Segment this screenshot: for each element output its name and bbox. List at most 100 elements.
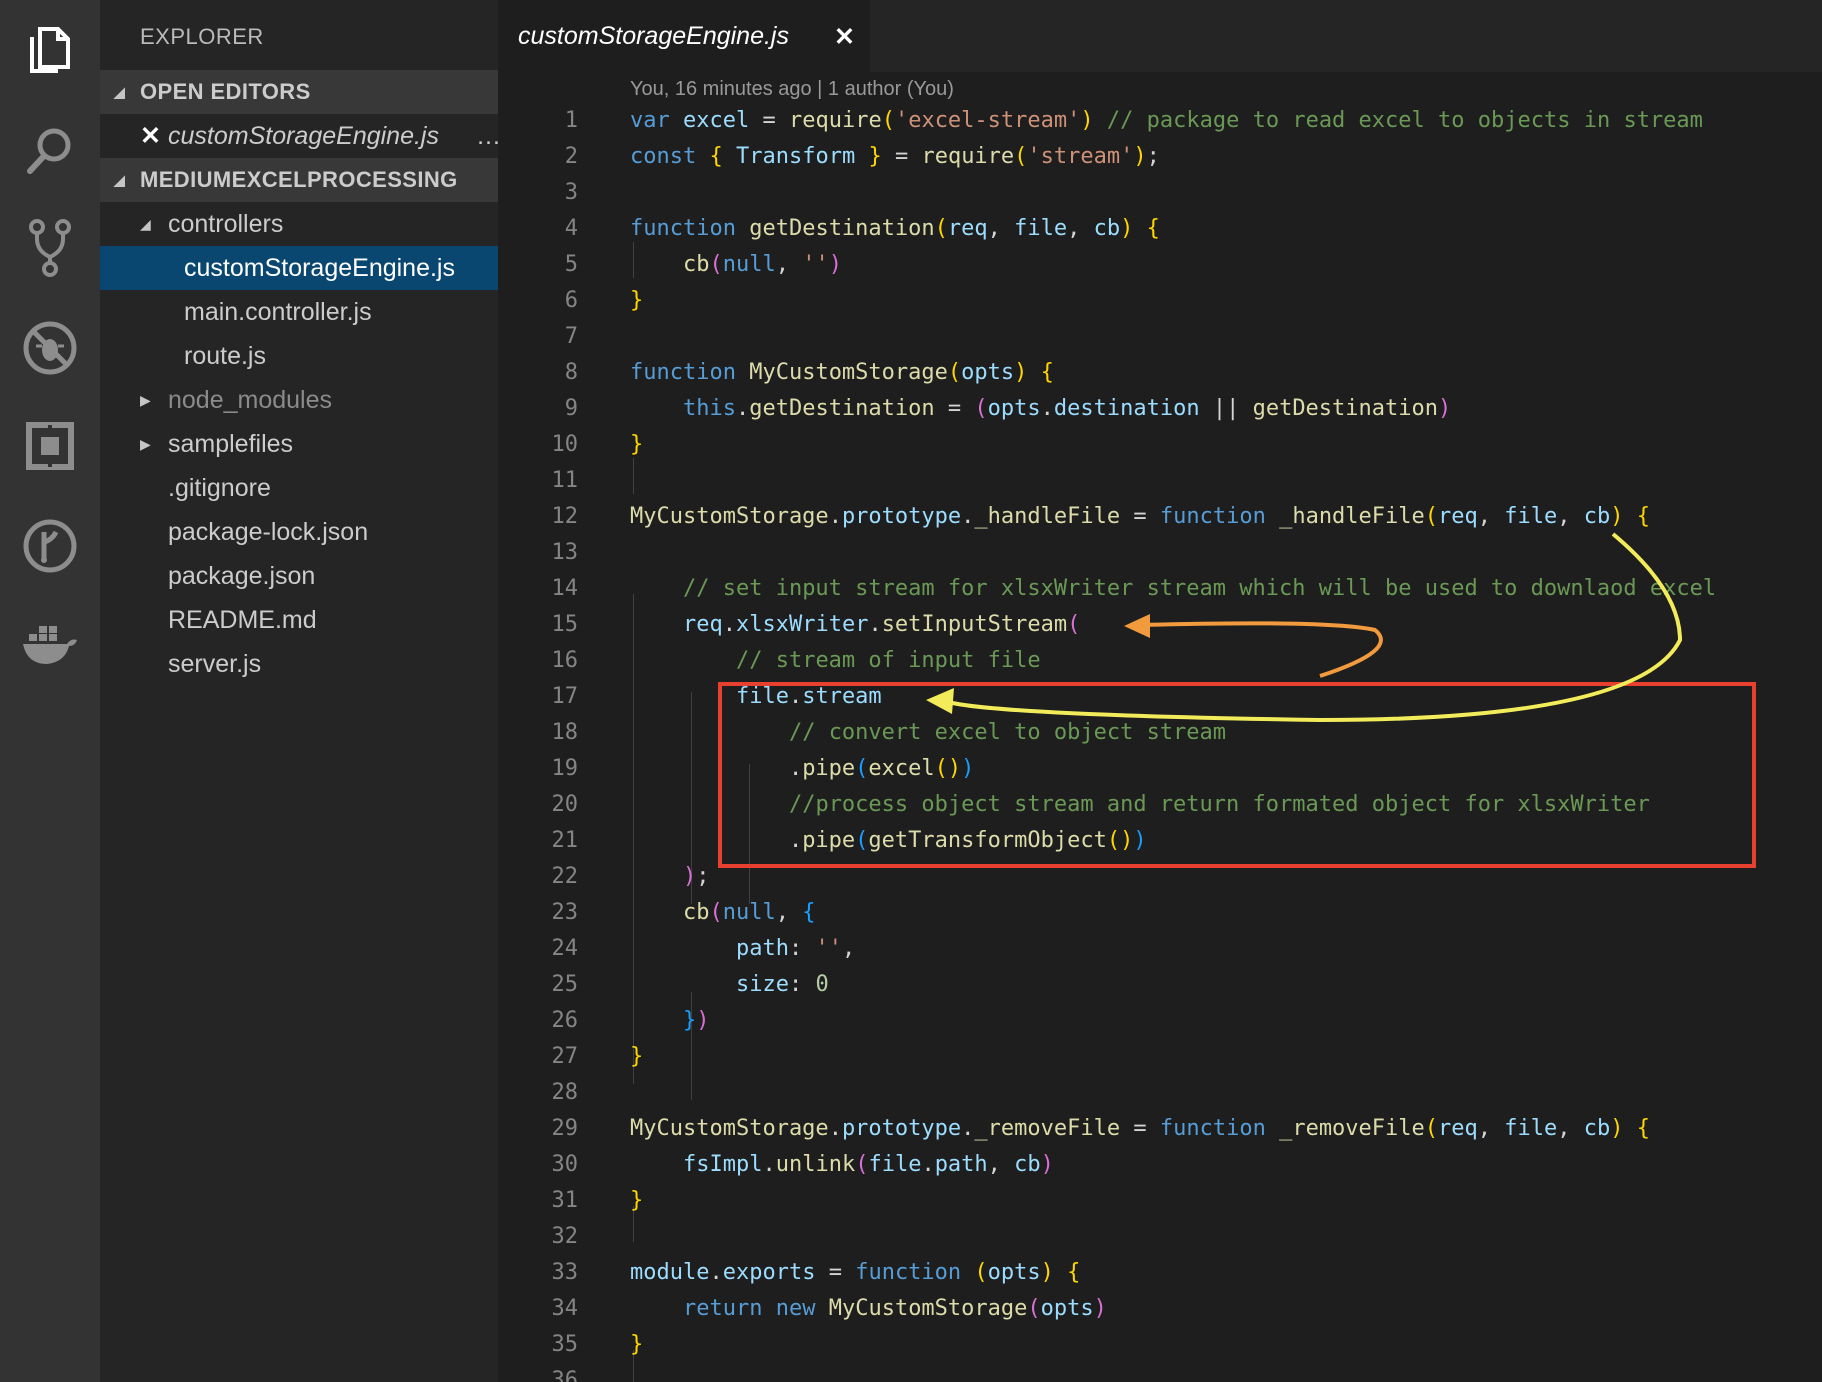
line-number: 26 [551,1008,579,1033]
code-line-2[interactable]: const { Transform } = require('stream'); [630,144,1160,169]
file-readme[interactable]: README.md [100,598,498,642]
close-icon[interactable]: ✕ [834,22,855,52]
tree-item-label: main.controller.js [184,298,372,326]
line-number: 20 [551,792,579,817]
explorer-title: EXPLORER [140,24,264,49]
file-package-lock[interactable]: package-lock.json [100,510,498,554]
codelens-author[interactable]: You, 16 minutes ago | 1 author (You) [630,78,954,101]
code-line-17[interactable]: file.stream [630,684,882,709]
code-line-9[interactable]: this.getDestination = (opts.destination … [630,396,1451,421]
extensions-icon[interactable] [14,410,86,482]
code-line-23[interactable]: cb(null, { [630,900,815,925]
debug-icon[interactable] [14,312,86,384]
line-number: 29 [551,1116,579,1141]
code-line-18[interactable]: // convert excel to object stream [630,720,1226,745]
code-line-22[interactable]: ); [630,864,710,889]
chevron-down-icon: ◢ [114,172,126,188]
line-number: 6 [564,288,578,313]
code-line-15[interactable]: req.xlsxWriter.setInputStream( [630,612,1080,637]
line-number: 2 [564,144,578,169]
code-line-25[interactable]: size: 0 [630,972,829,997]
line-number: 35 [551,1332,579,1357]
line-number: 21 [551,828,579,853]
tree-item-label: customStorageEngine.js [184,254,455,282]
file-gitignore[interactable]: .gitignore [100,466,498,510]
line-number: 9 [564,396,578,421]
line-number: 7 [564,324,578,349]
line-number: 11 [551,468,579,493]
code-line-1[interactable]: var excel = require('excel-stream') // p… [630,108,1703,133]
line-number: 16 [551,648,579,673]
code-line-10[interactable]: } [630,432,643,457]
code-line-35[interactable]: } [630,1332,643,1357]
line-number: 33 [551,1260,579,1285]
open-editors-section-header[interactable]: ◢ OPEN EDITORS [100,70,498,114]
files-icon[interactable] [14,14,86,86]
code-line-31[interactable]: } [630,1188,643,1213]
code-line-4[interactable]: function getDestination(req, file, cb) { [630,216,1160,241]
tree-item-label: .gitignore [168,474,271,502]
indent-guide [633,458,634,494]
file-main-controller[interactable]: main.controller.js [100,290,498,334]
code-line-16[interactable]: // stream of input file [630,648,1041,673]
search-icon[interactable] [14,114,86,186]
line-number: 15 [551,612,579,637]
line-number: 12 [551,504,579,529]
code-line-5[interactable]: cb(null, '') [630,252,842,277]
line-number: 34 [551,1296,579,1321]
code-line-30[interactable]: fsImpl.unlink(file.path, cb) [630,1152,1054,1177]
tree-item-label: package.json [168,562,316,590]
line-number: 3 [564,180,578,205]
file-package-json[interactable]: package.json [100,554,498,598]
open-editor-item[interactable]: ✕ customStorageEngine.js … [100,114,498,158]
line-number: 10 [551,432,579,457]
close-icon[interactable]: ✕ [140,114,161,158]
file-customStorageEngine[interactable]: customStorageEngine.js [100,246,498,290]
tree-item-label: package-lock.json [168,518,369,546]
code-line-24[interactable]: path: '', [630,936,855,961]
project-section-header[interactable]: ◢ MEDIUMEXCELPROCESSING [100,158,498,202]
chevron-down-icon: ◢ [114,84,126,100]
code-line-26[interactable]: }) [630,1008,710,1033]
code-line-21[interactable]: .pipe(getTransformObject()) [630,828,1147,853]
chevron-right-icon: ▶ [140,392,151,408]
tree-item-label: server.js [168,650,262,678]
line-number: 17 [551,684,579,709]
code-line-6[interactable]: } [630,288,643,313]
open-editor-path-ellipsis: … [476,114,498,158]
tab-label: customStorageEngine.js [518,22,789,50]
explorer-sidebar: EXPLORER ◢ OPEN EDITORS ✕ customStorageE… [100,0,498,1382]
open-editors-label: OPEN EDITORS [140,79,311,104]
code-line-8[interactable]: function MyCustomStorage(opts) { [630,360,1054,385]
code-line-29[interactable]: MyCustomStorage.prototype._removeFile = … [630,1116,1650,1141]
code-line-12[interactable]: MyCustomStorage.prototype._handleFile = … [630,504,1650,529]
code-line-27[interactable]: } [630,1044,643,1069]
line-number: 27 [551,1044,579,1069]
editor-tab-bar: customStorageEngine.js ✕ [498,0,1822,72]
tree-item-label: samplefiles [168,430,294,458]
line-number: 19 [551,756,579,781]
line-number: 30 [551,1152,579,1177]
code-editor[interactable]: You, 16 minutes ago | 1 author (You) 123… [498,72,1822,1382]
code-line-19[interactable]: .pipe(excel()) [630,756,974,781]
file-route[interactable]: route.js [100,334,498,378]
line-number: 28 [551,1080,579,1105]
line-number: 18 [551,720,579,745]
source-control-icon[interactable] [14,212,86,284]
line-number: 22 [551,864,579,889]
code-line-33[interactable]: module.exports = function (opts) { [630,1260,1080,1285]
folder-node-modules[interactable]: ▶ node_modules [100,378,498,422]
folder-controllers[interactable]: ◢ controllers [100,202,498,246]
file-server[interactable]: server.js [100,642,498,686]
line-number: 14 [551,576,579,601]
remote-icon[interactable] [14,510,86,582]
code-line-20[interactable]: //process object stream and return forma… [630,792,1650,817]
code-line-14[interactable]: // set input stream for xlsxWriter strea… [630,576,1716,601]
docker-icon[interactable] [14,612,86,684]
line-number: 13 [551,540,579,565]
folder-samplefiles[interactable]: ▶ samplefiles [100,422,498,466]
line-number: 1 [564,108,578,133]
tab-customStorageEngine[interactable]: customStorageEngine.js ✕ [498,0,870,72]
line-number: 36 [551,1368,579,1382]
code-line-34[interactable]: return new MyCustomStorage(opts) [630,1296,1107,1321]
